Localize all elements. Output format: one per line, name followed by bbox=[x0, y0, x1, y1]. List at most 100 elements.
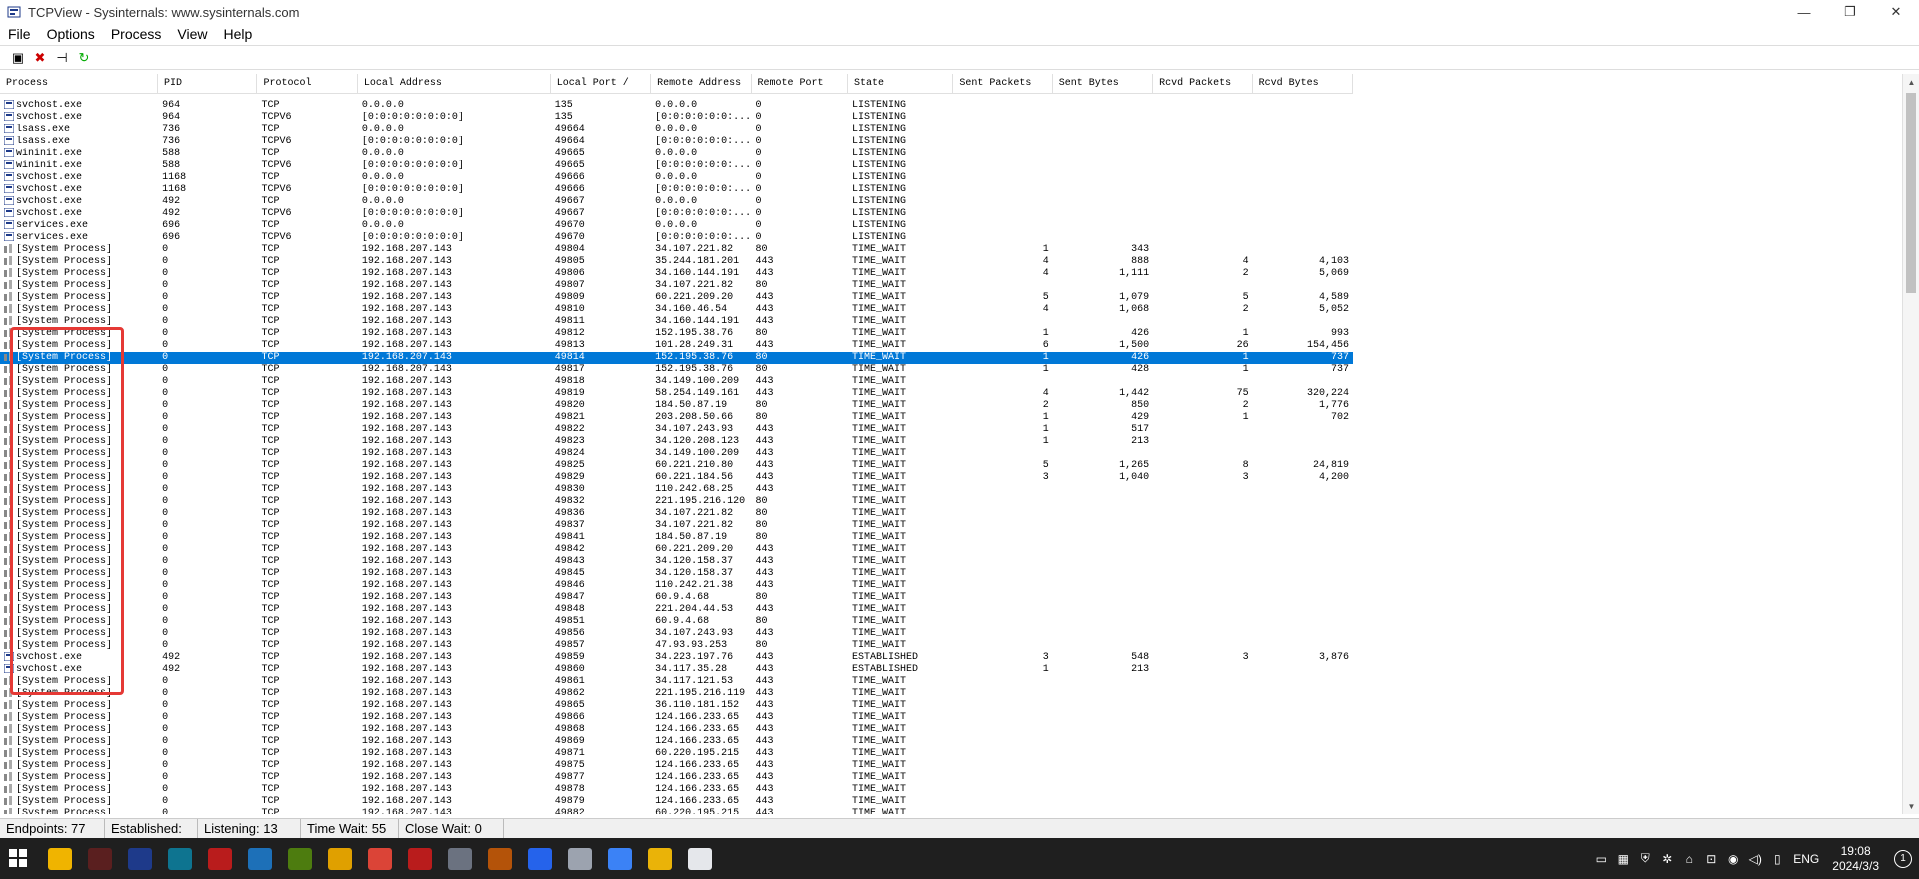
table-row[interactable]: [System Process] 0 TCP 192.168.207.143 49846… bbox=[0, 580, 1353, 592]
table-row[interactable]: services.exe 696 TCPV6 [0:0:0:0:0:0:0:0] 496… bbox=[0, 232, 1353, 244]
table-row[interactable]: svchost.exe 1168 TCPV6 [0:0:0:0:0:0:0:0] 496… bbox=[0, 184, 1353, 196]
scroll-down-icon[interactable]: ▼ bbox=[1903, 798, 1919, 814]
table-row[interactable]: [System Process] 0 TCP 192.168.207.143 49856… bbox=[0, 628, 1353, 640]
table-row[interactable]: [System Process] 0 TCP 192.168.207.143 49869… bbox=[0, 736, 1353, 748]
stop-app-icon[interactable] bbox=[400, 838, 440, 879]
monitor-app-icon[interactable] bbox=[120, 838, 160, 879]
table-row[interactable]: svchost.exe 964 TCP 0.0.0.0 135 0.0.0.0 0 LISTE… bbox=[0, 100, 1353, 112]
table-row[interactable]: [System Process] 0 TCP 192.168.207.143 49817… bbox=[0, 364, 1353, 376]
table-row[interactable]: [System Process] 0 TCP 192.168.207.143 49848… bbox=[0, 604, 1353, 616]
chip-tool-icon[interactable] bbox=[200, 838, 240, 879]
menu-file[interactable]: File bbox=[0, 26, 39, 42]
table-row[interactable]: [System Process] 0 TCP 192.168.207.143 49830… bbox=[0, 484, 1353, 496]
notification-icon[interactable]: 1 bbox=[1887, 838, 1919, 879]
table-row[interactable]: [System Process] 0 TCP 192.168.207.143 49857… bbox=[0, 640, 1353, 652]
table-row[interactable]: [System Process] 0 TCP 192.168.207.143 49805… bbox=[0, 256, 1353, 268]
table-row[interactable]: [System Process] 0 TCP 192.168.207.143 49819… bbox=[0, 388, 1353, 400]
column-header-state[interactable]: State bbox=[847, 74, 954, 94]
edge-icon[interactable] bbox=[240, 838, 280, 879]
column-header-local-address[interactable]: Local Address bbox=[357, 74, 551, 94]
column-header-remote-address[interactable]: Remote Address bbox=[651, 74, 752, 94]
minimize-button[interactable]: — bbox=[1781, 0, 1827, 24]
table-row[interactable]: [System Process] 0 TCP 192.168.207.143 49810… bbox=[0, 304, 1353, 316]
table-row[interactable]: [System Process] 0 TCP 192.168.207.143 49843… bbox=[0, 556, 1353, 568]
table-row[interactable]: svchost.exe 492 TCP 0.0.0.0 49667 0.0.0.0 0 LIS… bbox=[0, 196, 1353, 208]
table-row[interactable]: [System Process] 0 TCP 192.168.207.143 49811… bbox=[0, 316, 1353, 328]
scrollbar-thumb[interactable] bbox=[1906, 93, 1916, 293]
table-row[interactable]: [System Process] 0 TCP 192.168.207.143 49804… bbox=[0, 244, 1353, 256]
column-header-process[interactable]: Process bbox=[0, 74, 159, 94]
scroll-up-icon[interactable]: ▲ bbox=[1903, 74, 1919, 90]
file-explorer-icon[interactable] bbox=[40, 838, 80, 879]
chrome-icon[interactable] bbox=[360, 838, 400, 879]
tray-camera-icon[interactable]: ◉ bbox=[1722, 838, 1744, 879]
table-row[interactable]: [System Process] 0 TCP 192.168.207.143 49824… bbox=[0, 448, 1353, 460]
restore-button[interactable]: ❐ bbox=[1827, 0, 1873, 24]
refresh-icon[interactable]: ↻ bbox=[74, 49, 94, 67]
table-row[interactable]: [System Process] 0 TCP 192.168.207.143 49882… bbox=[0, 808, 1353, 814]
table-row[interactable]: [System Process] 0 TCP 192.168.207.143 49807… bbox=[0, 280, 1353, 292]
table-row[interactable]: [System Process] 0 TCP 192.168.207.143 49842… bbox=[0, 544, 1353, 556]
table-row[interactable]: svchost.exe 492 TCP 192.168.207.143 49860 34.… bbox=[0, 664, 1353, 676]
tray-settings-icon[interactable]: ✲ bbox=[1656, 838, 1678, 879]
table-row[interactable]: [System Process] 0 TCP 192.168.207.143 49820… bbox=[0, 400, 1353, 412]
menu-help[interactable]: Help bbox=[215, 26, 260, 42]
table-row[interactable]: [System Process] 0 TCP 192.168.207.143 49866… bbox=[0, 712, 1353, 724]
column-header-local-port[interactable]: Local Port / bbox=[550, 74, 652, 94]
editor-icon[interactable] bbox=[280, 838, 320, 879]
table-row[interactable]: [System Process] 0 TCP 192.168.207.143 49829… bbox=[0, 472, 1353, 484]
column-header-protocol[interactable]: Protocol bbox=[257, 74, 358, 94]
table-row[interactable]: [System Process] 0 TCP 192.168.207.143 49841… bbox=[0, 532, 1353, 544]
tray-notepad-icon[interactable]: ▭ bbox=[1590, 838, 1612, 879]
table-row[interactable]: [System Process] 0 TCP 192.168.207.143 49837… bbox=[0, 520, 1353, 532]
table-row[interactable]: [System Process] 0 TCP 192.168.207.143 49821… bbox=[0, 412, 1353, 424]
close-button[interactable]: ✕ bbox=[1873, 0, 1919, 24]
column-header-remote-port[interactable]: Remote Port bbox=[751, 74, 848, 94]
column-header-rcvd-packets[interactable]: Rcvd Packets bbox=[1153, 74, 1253, 94]
table-row[interactable]: [System Process] 0 TCP 192.168.207.143 49862… bbox=[0, 688, 1353, 700]
table-row[interactable]: [System Process] 0 TCP 192.168.207.143 49832… bbox=[0, 496, 1353, 508]
table-row[interactable]: [System Process] 0 TCP 192.168.207.143 49813… bbox=[0, 340, 1353, 352]
table-row[interactable]: [System Process] 0 TCP 192.168.207.143 49868… bbox=[0, 724, 1353, 736]
start-icon[interactable] bbox=[0, 838, 40, 879]
table-row[interactable]: [System Process] 0 TCP 192.168.207.143 49845… bbox=[0, 568, 1353, 580]
vertical-scrollbar[interactable]: ▲ ▼ bbox=[1902, 74, 1919, 814]
process-icon[interactable] bbox=[80, 838, 120, 879]
tray-volume-icon[interactable]: ◁) bbox=[1744, 838, 1766, 879]
menu-view[interactable]: View bbox=[169, 26, 215, 42]
table-row[interactable]: [System Process] 0 TCP 192.168.207.143 49861… bbox=[0, 676, 1353, 688]
table-row[interactable]: [System Process] 0 TCP 192.168.207.143 49879… bbox=[0, 796, 1353, 808]
table-row[interactable]: svchost.exe 492 TCP 192.168.207.143 49859 34.… bbox=[0, 652, 1353, 664]
tray-usb-icon[interactable]: ⌂ bbox=[1678, 838, 1700, 879]
tray-battery-icon[interactable]: ▯ bbox=[1766, 838, 1788, 879]
table-row[interactable]: wininit.exe 588 TCPV6 [0:0:0:0:0:0:0:0] 4966… bbox=[0, 160, 1353, 172]
table-row[interactable]: [System Process] 0 TCP 192.168.207.143 49814… bbox=[0, 352, 1353, 364]
table-row[interactable]: [System Process] 0 TCP 192.168.207.143 49806… bbox=[0, 268, 1353, 280]
wireshark-icon[interactable] bbox=[600, 838, 640, 879]
table-row[interactable]: [System Process] 0 TCP 192.168.207.143 49877… bbox=[0, 772, 1353, 784]
table-row[interactable]: [System Process] 0 TCP 192.168.207.143 49865… bbox=[0, 700, 1353, 712]
drive-icon[interactable] bbox=[560, 838, 600, 879]
tcpview-taskbar-icon[interactable] bbox=[680, 838, 720, 879]
table-row[interactable]: [System Process] 0 TCP 192.168.207.143 49847… bbox=[0, 592, 1353, 604]
close-connection-icon[interactable]: ✖ bbox=[30, 49, 50, 67]
bubble-app-icon[interactable] bbox=[320, 838, 360, 879]
save-icon[interactable]: ▣ bbox=[8, 49, 28, 67]
table-row[interactable]: [System Process] 0 TCP 192.168.207.143 49871… bbox=[0, 748, 1353, 760]
table-row[interactable]: lsass.exe 736 TCP 0.0.0.0 49664 0.0.0.0 0 LISTE… bbox=[0, 124, 1353, 136]
table-row[interactable]: wininit.exe 588 TCP 0.0.0.0 49665 0.0.0.0 0 LIS… bbox=[0, 148, 1353, 160]
table-row[interactable]: [System Process] 0 TCP 192.168.207.143 49823… bbox=[0, 436, 1353, 448]
table-row[interactable]: [System Process] 0 TCP 192.168.207.143 49825… bbox=[0, 460, 1353, 472]
network-app-icon[interactable] bbox=[520, 838, 560, 879]
hex-tool-icon[interactable] bbox=[160, 838, 200, 879]
column-header-rcvd-bytes[interactable]: Rcvd Bytes bbox=[1252, 74, 1353, 94]
clock[interactable]: 19:08 2024/3/3 bbox=[1824, 844, 1887, 874]
table-row[interactable]: lsass.exe 736 TCPV6 [0:0:0:0:0:0:0:0] 49664 [… bbox=[0, 136, 1353, 148]
column-header-pid[interactable]: PID bbox=[158, 74, 258, 94]
paint-icon[interactable] bbox=[640, 838, 680, 879]
table-row[interactable]: [System Process] 0 TCP 192.168.207.143 49875… bbox=[0, 760, 1353, 772]
grid-app-icon[interactable] bbox=[480, 838, 520, 879]
table-row[interactable]: [System Process] 0 TCP 192.168.207.143 49851… bbox=[0, 616, 1353, 628]
tray-network-icon[interactable]: ⊡ bbox=[1700, 838, 1722, 879]
table-row[interactable]: [System Process] 0 TCP 192.168.207.143 49878… bbox=[0, 784, 1353, 796]
